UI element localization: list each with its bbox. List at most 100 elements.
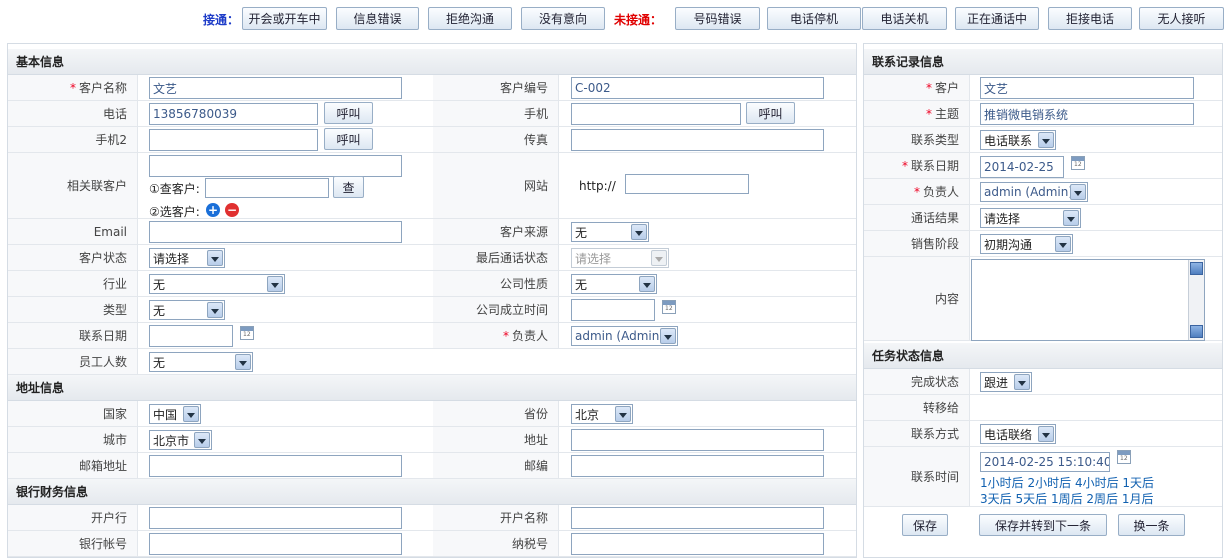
founded-date-input[interactable] <box>571 299 655 321</box>
record-date-label-text: 联系日期 <box>910 159 959 173</box>
call-mobile2-button[interactable]: 呼叫 <box>324 128 373 150</box>
bank-input[interactable] <box>149 507 402 529</box>
contact-time-input[interactable]: 2014-02-25 15:10:40 <box>980 452 1110 472</box>
calendar-icon[interactable] <box>240 326 254 340</box>
quick-time-link[interactable]: 1月后 <box>1122 492 1154 506</box>
switch-record-button[interactable]: 换一条 <box>1118 514 1185 536</box>
status-button-suspended[interactable]: 电话停机 <box>767 7 861 30</box>
website-input[interactable] <box>625 174 749 194</box>
quick-time-link[interactable]: 3天后 <box>980 492 1012 506</box>
contact-type-select[interactable]: 电话联系 <box>980 130 1056 150</box>
find-customer-button[interactable]: 查 <box>333 176 364 198</box>
record-owner-select[interactable]: admin (Admin) <box>980 182 1088 202</box>
save-and-next-button[interactable]: 保存并转到下一条 <box>979 514 1107 536</box>
status-button-wrong-number[interactable]: 号码错误 <box>675 7 760 30</box>
quick-time-link[interactable]: 4小时后 <box>1075 476 1119 490</box>
quick-status-toolbar: 接通： 开会或开车中 信息错误 拒绝沟通 没有意向 未接通： 号码错误 电话停机… <box>0 0 1231 35</box>
mobile-input[interactable] <box>571 103 741 125</box>
email-input[interactable] <box>149 221 402 243</box>
customer-name-label: * 客户名称 <box>8 75 138 100</box>
customer-info-panel: 基本信息 * 客户名称 文艺 客户编号 C-002 电话 13856780039 … <box>7 43 857 558</box>
stage-label: 销售阶段 <box>864 231 970 256</box>
status-button-off[interactable]: 电话关机 <box>862 7 947 30</box>
contact-date-input[interactable] <box>149 325 233 347</box>
chevron-down-icon <box>1063 210 1079 226</box>
scroll-up-icon[interactable] <box>1190 262 1203 275</box>
calendar-icon[interactable] <box>662 300 676 314</box>
status-button-no-answer[interactable]: 无人接听 <box>1139 7 1224 30</box>
tax-no-input[interactable] <box>571 533 824 555</box>
chevron-down-icon <box>1055 236 1071 252</box>
website-label: 网站 <box>433 153 559 218</box>
status-button-refused[interactable]: 拒绝沟通 <box>428 7 512 30</box>
source-select[interactable]: 无 <box>571 222 649 242</box>
call-phone-button[interactable]: 呼叫 <box>324 102 373 124</box>
customer-name-input[interactable]: 文艺 <box>149 77 402 99</box>
call-result-select[interactable]: 请选择 <box>980 208 1081 228</box>
status-button-rejected[interactable]: 拒接电话 <box>1048 7 1132 30</box>
customer-no-input[interactable]: C-002 <box>571 77 824 99</box>
province-select[interactable]: 北京 <box>571 404 633 424</box>
company-nature-select[interactable]: 无 <box>571 274 657 294</box>
quick-time-link[interactable]: 1天后 <box>1122 476 1154 490</box>
quick-time-row-1: 1小时后 2小时后 4小时后 1天后 <box>980 474 1154 491</box>
form-row: 内容 <box>864 257 1222 341</box>
staff-select[interactable]: 无 <box>149 352 253 372</box>
stage-select[interactable]: 初期沟通 <box>980 234 1073 254</box>
status-button-busy[interactable]: 正在通话中 <box>955 7 1039 30</box>
type-select[interactable]: 无 <box>149 300 225 320</box>
industry-select[interactable]: 无 <box>149 274 285 294</box>
status-value: 请选择 <box>153 251 190 266</box>
chevron-down-icon <box>631 224 647 240</box>
form-row: * 联系日期 2014-02-25 <box>864 153 1222 179</box>
subject-input[interactable]: 推销微电销系统 <box>980 103 1194 125</box>
method-value: 电话联络 <box>984 427 1033 442</box>
remove-icon[interactable]: − <box>225 203 239 217</box>
mobile2-input[interactable] <box>149 129 318 151</box>
quick-time-link[interactable]: 5天后 <box>1015 492 1047 506</box>
status-button-no-interest[interactable]: 没有意向 <box>521 7 605 30</box>
form-row: * 客户名称 文艺 客户编号 C-002 <box>8 75 856 101</box>
chevron-down-icon <box>1038 132 1054 148</box>
fax-input[interactable] <box>571 129 824 151</box>
chevron-down-icon <box>194 432 210 448</box>
record-customer-label-text: 客户 <box>934 81 959 95</box>
status-select[interactable]: 请选择 <box>149 248 225 268</box>
quick-time-link[interactable]: 2小时后 <box>1027 476 1071 490</box>
finish-status-select[interactable]: 跟进 <box>980 372 1032 392</box>
calendar-icon[interactable] <box>1117 450 1131 464</box>
quick-time-link[interactable]: 2周后 <box>1086 492 1118 506</box>
record-date-input[interactable]: 2014-02-25 <box>980 156 1064 178</box>
find-customer-input[interactable] <box>205 178 329 198</box>
status-button-wrong-info[interactable]: 信息错误 <box>336 7 419 30</box>
quick-time-link[interactable]: 1小时后 <box>980 476 1024 490</box>
content-textarea[interactable] <box>971 259 1205 341</box>
last-call-value: 请选择 <box>575 251 612 266</box>
phone-input[interactable]: 13856780039 <box>149 103 318 125</box>
form-row: 联系时间 2014-02-25 15:10:40 1小时后 2小时后 4小时后 … <box>864 447 1222 507</box>
record-customer-input[interactable]: 文艺 <box>980 77 1194 99</box>
call-mobile-button[interactable]: 呼叫 <box>746 102 795 124</box>
mail-address-input[interactable] <box>149 455 402 477</box>
account-name-input[interactable] <box>571 507 824 529</box>
related-customer-input[interactable] <box>149 155 402 177</box>
save-button[interactable]: 保存 <box>902 514 948 536</box>
method-select[interactable]: 电话联络 <box>980 424 1056 444</box>
section-contact-record: 联系记录信息 <box>864 49 1222 75</box>
bank-account-input[interactable] <box>149 533 402 555</box>
source-label: 客户来源 <box>433 219 559 244</box>
add-icon[interactable]: + <box>206 203 220 217</box>
customer-no-label: 客户编号 <box>433 75 559 100</box>
form-row: 手机2 呼叫 传真 <box>8 127 856 153</box>
zip-input[interactable] <box>571 455 824 477</box>
calendar-icon[interactable] <box>1071 156 1085 170</box>
scroll-down-icon[interactable] <box>1190 325 1203 338</box>
owner-select[interactable]: admin (Admin) <box>571 326 678 346</box>
status-button-meeting[interactable]: 开会或开车中 <box>242 7 327 30</box>
quick-time-link[interactable]: 1周后 <box>1051 492 1083 506</box>
call-result-label: 通话结果 <box>864 205 970 230</box>
scrollbar[interactable] <box>1188 260 1204 340</box>
address-input[interactable] <box>571 429 824 451</box>
city-select[interactable]: 北京市 <box>149 430 212 450</box>
country-select[interactable]: 中国 <box>149 404 201 424</box>
